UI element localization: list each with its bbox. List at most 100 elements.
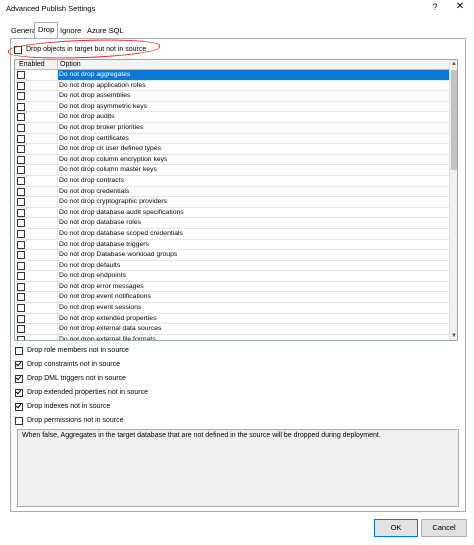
row-enabled-checkbox[interactable] [17, 282, 25, 291]
table-row[interactable]: Do not drop database roles [15, 218, 449, 229]
table-row[interactable]: Do not drop credentials [15, 186, 450, 198]
option-cell[interactable]: Do not drop external file formats [58, 335, 450, 340]
enabled-cell[interactable] [17, 272, 55, 281]
drop-objects-option[interactable]: Drop objects in target but not in source [14, 45, 146, 55]
drop-constraints-checkbox[interactable] [15, 361, 23, 369]
table-row[interactable]: Do not drop aggregates [15, 70, 450, 81]
table-row[interactable]: Do not drop database triggers [15, 239, 450, 251]
row-enabled-checkbox[interactable] [17, 261, 25, 270]
drop-constraints-option[interactable]: Drop constraints not in source [15, 360, 120, 370]
enabled-cell[interactable] [17, 134, 55, 143]
option-cell[interactable]: Do not drop contracts [58, 176, 450, 186]
option-cell[interactable]: Do not drop credentials [58, 187, 450, 197]
option-cell[interactable]: Do not drop Database workload groups [58, 250, 450, 260]
row-enabled-checkbox[interactable] [17, 92, 25, 101]
table-row[interactable]: Do not drop application roles [15, 80, 450, 92]
enabled-cell[interactable] [17, 92, 55, 101]
drop-role-members-checkbox[interactable] [15, 347, 23, 355]
table-row[interactable]: Do not drop assemblies [15, 91, 449, 102]
enabled-cell[interactable] [17, 71, 55, 79]
option-cell[interactable]: Do not drop certificates [58, 134, 450, 144]
row-enabled-checkbox[interactable] [17, 335, 25, 340]
row-enabled-checkbox[interactable] [17, 251, 25, 260]
drop-permissions-option[interactable]: Drop permissions not in source [15, 416, 124, 426]
option-cell[interactable]: Do not drop cryptographic providers [58, 197, 450, 207]
cancel-button[interactable]: Cancel [421, 519, 467, 537]
row-enabled-checkbox[interactable] [17, 155, 25, 164]
option-cell[interactable]: Do not drop event sessions [58, 303, 450, 313]
enabled-cell[interactable] [17, 314, 55, 323]
row-enabled-checkbox[interactable] [17, 293, 25, 302]
row-enabled-checkbox[interactable] [17, 145, 25, 154]
column-divider[interactable] [57, 60, 58, 69]
row-enabled-checkbox[interactable] [17, 176, 25, 185]
table-row[interactable]: Do not drop event sessions [15, 303, 449, 314]
scroll-thumb[interactable] [451, 70, 457, 170]
enabled-cell[interactable] [17, 176, 55, 185]
option-cell[interactable]: Do not drop defaults [58, 261, 450, 271]
table-row[interactable]: Do not drop external data sources [15, 324, 449, 335]
row-enabled-checkbox[interactable] [17, 272, 25, 281]
column-header-enabled[interactable]: Enabled [19, 60, 45, 69]
table-row[interactable]: Do not drop Database workload groups [15, 250, 449, 261]
enabled-cell[interactable] [17, 208, 55, 217]
help-icon[interactable]: ? [428, 2, 442, 16]
table-row[interactable]: Do not drop error messages [15, 281, 450, 293]
table-row[interactable]: Do not drop column encryption keys [15, 154, 450, 166]
option-cell[interactable]: Do not drop database triggers [58, 240, 450, 250]
drop-objects-checkbox[interactable] [14, 46, 22, 54]
ok-button[interactable]: OK [374, 519, 418, 537]
option-cell[interactable]: Do not drop application roles [58, 81, 450, 91]
option-cell[interactable]: Do not drop column encryption keys [58, 155, 450, 165]
enabled-cell[interactable] [17, 304, 55, 313]
enabled-cell[interactable] [17, 325, 55, 334]
row-enabled-checkbox[interactable] [17, 134, 25, 143]
enabled-cell[interactable] [17, 219, 55, 228]
row-enabled-checkbox[interactable] [17, 187, 25, 196]
enabled-cell[interactable] [17, 251, 55, 260]
row-enabled-checkbox[interactable] [17, 123, 25, 132]
option-cell[interactable]: Do not drop audits [58, 112, 450, 122]
option-cell[interactable]: Do not drop database scoped credentials [58, 229, 450, 239]
enabled-cell[interactable] [17, 335, 55, 340]
drop-extended-properties-checkbox[interactable] [15, 389, 23, 397]
row-enabled-checkbox[interactable] [17, 219, 25, 228]
option-cell[interactable]: Do not drop database audit specification… [58, 208, 450, 218]
drop-dml-triggers-checkbox[interactable] [15, 375, 23, 383]
option-cell[interactable]: Do not drop error messages [58, 282, 450, 292]
row-enabled-checkbox[interactable] [17, 325, 25, 334]
option-cell[interactable]: Do not drop endpoints [58, 271, 450, 281]
row-enabled-checkbox[interactable] [17, 113, 25, 122]
enabled-cell[interactable] [17, 261, 55, 270]
enabled-cell[interactable] [17, 293, 55, 302]
enabled-cell[interactable] [17, 155, 55, 164]
option-cell[interactable]: Do not drop broker priorities [58, 123, 450, 133]
row-enabled-checkbox[interactable] [17, 81, 25, 90]
option-cell[interactable]: Do not drop extended properties [58, 314, 450, 324]
option-cell[interactable]: Do not drop assemblies [58, 91, 450, 101]
table-row[interactable]: Do not drop cryptographic providers [15, 197, 449, 208]
table-row[interactable]: Do not drop asymmetric keys [15, 101, 449, 113]
table-row[interactable]: Do not drop certificates [15, 133, 450, 145]
enabled-cell[interactable] [17, 113, 55, 122]
enabled-cell[interactable] [17, 123, 55, 132]
row-enabled-checkbox[interactable] [17, 208, 25, 217]
tab-ignore[interactable]: Ignore [57, 24, 84, 38]
tab-azure-sql[interactable]: Azure SQL [84, 24, 127, 38]
tab-drop[interactable]: Drop [34, 22, 59, 39]
drop-extended-properties-option[interactable]: Drop extended properties not in source [15, 388, 148, 398]
option-cell[interactable]: Do not drop database roles [58, 218, 450, 228]
enabled-cell[interactable] [17, 166, 55, 175]
table-row[interactable]: Do not drop clr user defined types [15, 144, 449, 155]
row-enabled-checkbox[interactable] [17, 71, 25, 79]
enabled-cell[interactable] [17, 145, 55, 154]
enabled-cell[interactable] [17, 102, 55, 111]
drop-indexes-option[interactable]: Drop indexes not in source [15, 402, 110, 412]
drop-indexes-checkbox[interactable] [15, 403, 23, 411]
enabled-cell[interactable] [17, 240, 55, 249]
row-enabled-checkbox[interactable] [17, 198, 25, 207]
table-row[interactable]: Do not drop endpoints [15, 271, 449, 282]
scroll-down-icon[interactable]: ▼ [450, 332, 457, 340]
enabled-cell[interactable] [17, 229, 55, 238]
column-header-option[interactable]: Option [60, 60, 81, 69]
